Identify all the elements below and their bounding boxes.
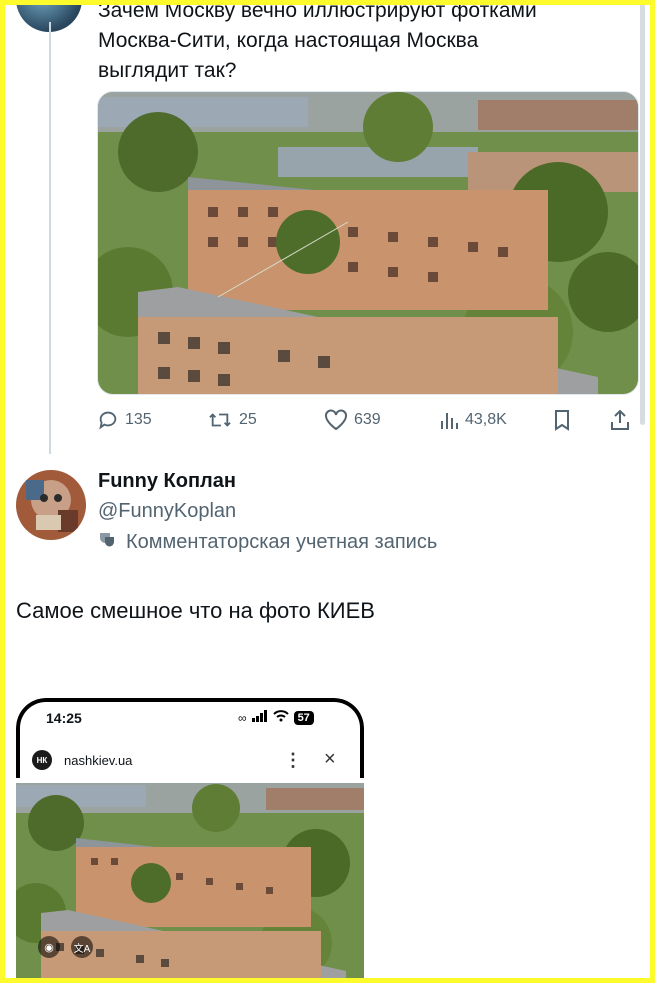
- account-label: Комментаторская учетная запись: [98, 530, 437, 554]
- close-icon[interactable]: ×: [324, 748, 336, 771]
- reply-button[interactable]: 135: [97, 405, 152, 435]
- bookmark-icon: [552, 409, 572, 431]
- phone-screenshot[interactable]: 14:25 ∞ 57 НК nashkiev.ua ⋮ × ◉ 文A: [16, 698, 364, 983]
- heart-icon: [324, 409, 348, 431]
- bookmark-button[interactable]: [552, 405, 572, 435]
- like-button[interactable]: 639: [324, 405, 381, 435]
- status-icons: ∞ 57: [238, 710, 314, 725]
- city-photo-image: [16, 783, 364, 983]
- scrollbar[interactable]: [640, 0, 645, 425]
- city-photo-image: [98, 92, 638, 394]
- site-favicon: НК: [32, 750, 52, 770]
- account-label-text: Комментаторская учетная запись: [126, 530, 438, 553]
- tweet-text-line: Москва-Сити, когда настоящая Москва: [98, 29, 479, 52]
- signal-icon: [251, 710, 268, 725]
- tweet-text-line: выглядит так?: [98, 59, 237, 82]
- share-icon: [609, 409, 631, 431]
- share-button[interactable]: [609, 405, 631, 435]
- browser-url-bar[interactable]: НК nashkiev.ua: [32, 750, 352, 770]
- thread-line: [49, 22, 51, 454]
- battery-indicator: 57: [293, 710, 314, 725]
- reply-text: Самое смешное что на фото КИЕВ: [16, 598, 375, 623]
- display-name[interactable]: Funny Коплан: [98, 470, 236, 493]
- avatar[interactable]: [16, 470, 86, 540]
- translate-icon[interactable]: 文A: [71, 936, 93, 958]
- tweet-actions: 135 25 639 43,8K: [97, 405, 637, 435]
- user-handle[interactable]: @FunnyKoplan: [98, 500, 236, 523]
- retweet-count: 25: [239, 411, 257, 428]
- tweet-text: Зачем Москву вечно иллюстрируют фотками …: [98, 0, 618, 86]
- lens-icon[interactable]: ◉: [38, 936, 60, 958]
- views-icon: [439, 409, 459, 431]
- avatar-image: [16, 470, 86, 540]
- retweet-button[interactable]: 25: [207, 405, 257, 435]
- status-time: 14:25: [46, 710, 82, 726]
- wifi-icon: [272, 710, 289, 725]
- phone-photo: [16, 783, 364, 983]
- more-options-icon[interactable]: ⋮: [284, 750, 302, 771]
- retweet-icon: [207, 409, 233, 431]
- reply-count: 135: [125, 411, 152, 428]
- site-domain: nashkiev.ua: [64, 752, 133, 768]
- like-count: 639: [354, 411, 381, 428]
- tweet-photo[interactable]: [97, 91, 639, 395]
- tweet-text-line: Зачем Москву вечно иллюстрируют фотками: [98, 0, 537, 22]
- reply-icon: [97, 409, 119, 431]
- link-icon: ∞: [238, 710, 247, 725]
- masks-icon: [98, 530, 116, 554]
- views-button[interactable]: 43,8K: [439, 405, 507, 435]
- views-count: 43,8K: [465, 411, 507, 428]
